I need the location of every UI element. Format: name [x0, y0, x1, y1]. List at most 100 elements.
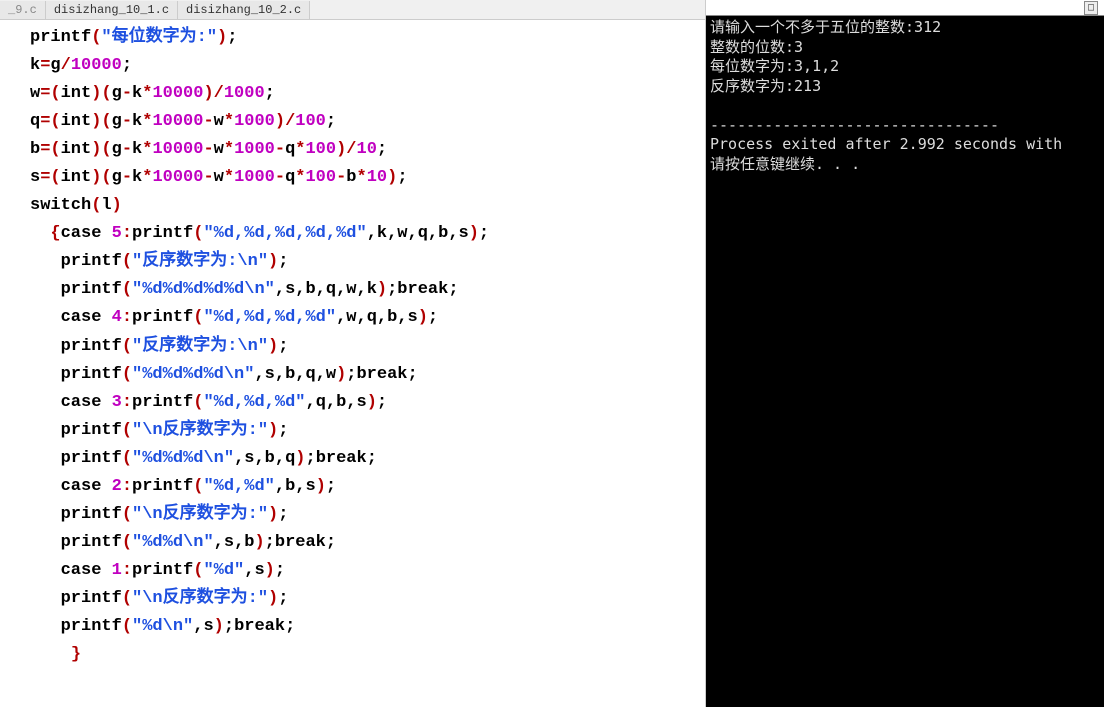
code-token: 10000 — [152, 84, 203, 103]
maximize-icon[interactable]: □ — [1084, 1, 1098, 15]
code-token: case — [61, 308, 102, 327]
code-token: ( — [122, 533, 132, 552]
code-token: printf — [132, 477, 193, 496]
code-token: )( — [91, 168, 111, 187]
code-token: ; — [377, 140, 387, 159]
code-token: w — [346, 308, 356, 327]
code-token: "%d%d\n" — [132, 533, 214, 552]
code-token: - — [203, 168, 213, 187]
code-token: ) — [217, 28, 227, 47]
code-token: , — [346, 393, 356, 412]
code-token: ; — [278, 421, 288, 440]
code-token: ( — [50, 168, 60, 187]
code-token: ) — [112, 196, 122, 215]
code-token: , — [356, 308, 366, 327]
code-token: : — [122, 393, 132, 412]
code-token: , — [275, 280, 285, 299]
code-token: , — [214, 533, 224, 552]
code-token: b — [346, 168, 356, 187]
code-token: w — [346, 280, 356, 299]
code-token: ; — [227, 28, 237, 47]
code-token: } — [71, 645, 81, 664]
code-token: )( — [91, 140, 111, 159]
editor-pane: _9.c disizhang_10_1.c disizhang_10_2.c p… — [0, 0, 706, 707]
code-token: ) — [469, 224, 479, 243]
code-token: 2 — [112, 477, 122, 496]
code-token: 5 — [112, 224, 122, 243]
tab-file-0[interactable]: _9.c — [0, 1, 46, 19]
code-token: w — [30, 84, 40, 103]
code-token: - — [122, 112, 132, 131]
code-token: b — [285, 477, 295, 496]
code-token: ( — [122, 421, 132, 440]
code-token: - — [275, 140, 285, 159]
code-token: ; — [346, 365, 356, 384]
code-token: g — [112, 84, 122, 103]
code-token: "%d%d%d\n" — [132, 449, 234, 468]
code-token: w — [397, 224, 407, 243]
console-line: 每位数字为:3,1,2 — [710, 57, 839, 75]
code-token: - — [122, 140, 132, 159]
code-token: 10000 — [152, 140, 203, 159]
tab-file-2[interactable]: disizhang_10_2.c — [178, 1, 310, 19]
code-token: , — [397, 308, 407, 327]
code-token: s — [203, 617, 213, 636]
code-token: , — [326, 393, 336, 412]
code-editor[interactable]: printf("每位数字为:"); k=g/10000; w=(int)(g-k… — [0, 20, 705, 707]
code-token: ; — [305, 449, 315, 468]
code-token: ( — [193, 224, 203, 243]
code-token: "%d,%d,%d,%d,%d" — [203, 224, 366, 243]
code-token: w — [326, 365, 336, 384]
code-token: - — [122, 168, 132, 187]
code-token: printf — [61, 617, 122, 636]
code-token: ; — [275, 561, 285, 580]
code-token: int — [61, 168, 92, 187]
code-token: ( — [50, 84, 60, 103]
code-token: ( — [91, 196, 101, 215]
code-token: / — [61, 56, 71, 75]
code-token: printf — [30, 28, 91, 47]
code-token: case — [61, 393, 102, 412]
code-token: / — [346, 140, 356, 159]
code-token: ; — [408, 365, 418, 384]
code-token: , — [336, 280, 346, 299]
code-token: ( — [193, 561, 203, 580]
code-token: = — [40, 84, 50, 103]
code-token: g — [112, 168, 122, 187]
code-token: q — [316, 393, 326, 412]
console-output[interactable]: 请输入一个不多于五位的整数:312 整数的位数:3 每位数字为:3,1,2 反序… — [706, 16, 1104, 176]
code-token: * — [224, 112, 234, 131]
code-token: 1000 — [234, 140, 275, 159]
code-token: : — [122, 561, 132, 580]
code-token: g — [50, 56, 60, 75]
code-token: b — [285, 365, 295, 384]
code-token: s — [357, 393, 367, 412]
console-line: Process exited after 2.992 seconds with — [710, 135, 1062, 153]
code-token: 10000 — [152, 168, 203, 187]
code-token: ; — [278, 337, 288, 356]
code-token: - — [203, 140, 213, 159]
code-token: - — [122, 84, 132, 103]
code-token: - — [275, 168, 285, 187]
tab-file-1[interactable]: disizhang_10_1.c — [46, 1, 178, 19]
code-token: ( — [122, 589, 132, 608]
code-token: ) — [316, 477, 326, 496]
code-token: )( — [91, 84, 111, 103]
code-token: ( — [122, 280, 132, 299]
code-token: * — [295, 140, 305, 159]
code-token: printf — [61, 280, 122, 299]
code-token: ) — [268, 252, 278, 271]
console-line: 整数的位数:3 — [710, 38, 803, 56]
code-token: ) — [367, 393, 377, 412]
code-token: , — [408, 224, 418, 243]
code-token: k — [132, 84, 142, 103]
code-token: ; — [278, 252, 288, 271]
code-token: k — [132, 168, 142, 187]
code-token: case — [61, 561, 102, 580]
code-token: ) — [268, 421, 278, 440]
code-token: * — [224, 140, 234, 159]
code-token: int — [61, 140, 92, 159]
console-line: -------------------------------- — [710, 116, 999, 134]
code-token: b — [305, 280, 315, 299]
code-token: k — [367, 280, 377, 299]
